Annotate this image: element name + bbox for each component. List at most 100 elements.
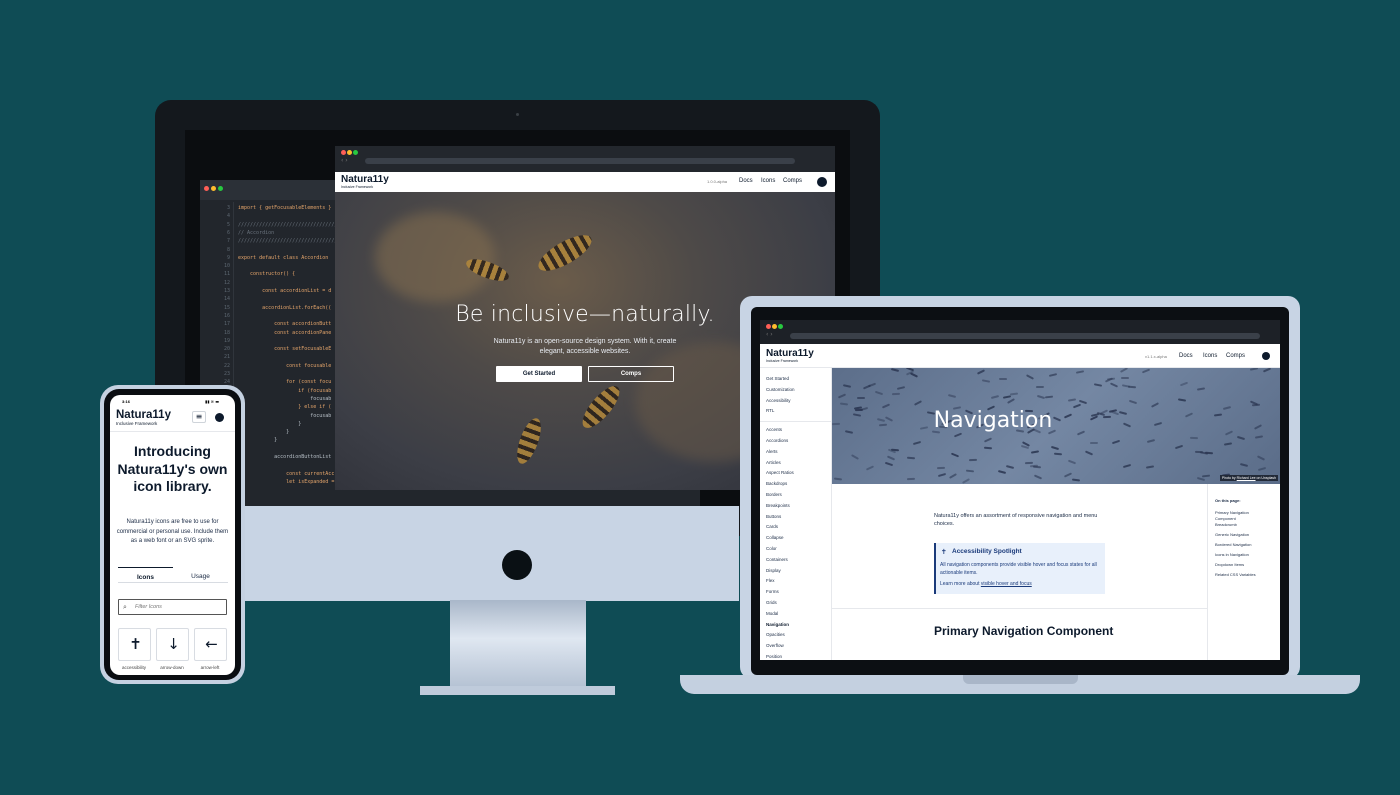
bird-shape [1249,368,1259,371]
maximize-window-icon[interactable] [778,324,783,329]
bird-shape [1006,397,1015,404]
sidebar-item[interactable]: Modal [766,611,778,616]
site-logo[interactable]: Natura11y [766,348,814,359]
signal-battery-icon: ▮▮ ≋ ▬ [205,399,220,404]
nav-link-docs[interactable]: Docs [739,178,753,184]
line-number: 10 [223,263,230,270]
sidebar-item[interactable]: Aspect Ratios [766,470,794,475]
tab-icons[interactable]: Icons [118,567,173,583]
sidebar-item[interactable]: Color [766,546,777,551]
bird-shape [1033,474,1042,480]
sidebar-item[interactable]: Forms [766,589,779,594]
site-header: Natura11y Inclusive Framework v1.1.x-alp… [760,344,1280,368]
line-number: 15 [223,304,230,311]
sidebar-item[interactable]: Containers [766,557,788,562]
bird-shape [865,465,874,471]
icon-card-arrow-down[interactable]: ↓ [156,628,189,661]
sidebar-item[interactable]: Position [766,654,782,659]
toc-link[interactable]: Related CSS Variables [1215,572,1256,577]
page-intro: Natura11y offers an assortment of respon… [934,513,1098,527]
nav-arrows-icon[interactable]: ‹ › [766,331,773,338]
nav-link-icons[interactable]: Icons [761,178,775,184]
toc-link[interactable]: Primary Navigation Component [1215,510,1263,522]
line-number: 5 [226,221,230,228]
sidebar-item[interactable]: Buttons [766,514,781,519]
github-icon[interactable] [817,177,827,187]
photo-credit-prefix: Photo by [1221,476,1236,480]
laptop-browser-window: ‹ › Natura11y Inclusive Framework v1.1.x… [760,320,1280,660]
minimize-window-icon[interactable] [772,324,777,329]
bird-shape [1121,384,1131,388]
comps-button[interactable]: Comps [588,366,674,382]
sidebar-item[interactable]: Alerts [766,449,778,454]
bird-shape [1128,399,1137,405]
laptop-notch [963,675,1078,684]
page-description: Natura11y icons are free to use for comm… [116,519,229,544]
sidebar-item[interactable]: RTL [766,408,774,413]
line-number: 3 [226,205,230,211]
menu-icon[interactable]: ≡ [192,411,206,423]
minimize-window-icon[interactable] [347,150,352,155]
github-icon[interactable] [1262,352,1270,360]
nav-link-icons[interactable]: Icons [1203,353,1217,359]
nav-link-docs[interactable]: Docs [1179,353,1193,359]
close-window-icon[interactable] [766,324,771,329]
sidebar-item[interactable]: Accents [766,427,782,432]
sidebar-item[interactable]: Overflow [766,643,784,648]
sidebar-item[interactable]: Cards [766,524,778,529]
maximize-window-icon[interactable] [218,186,223,191]
sidebar-item[interactable]: Accessibility [766,398,791,403]
toc-link[interactable]: Dropdown Items [1215,562,1244,567]
close-window-icon[interactable] [204,186,209,191]
line-number: 4 [226,213,230,220]
minimize-window-icon[interactable] [211,186,216,191]
code-line: const focusable [238,362,332,369]
address-bar[interactable] [790,333,1260,339]
nav-link-comps[interactable]: Comps [783,178,802,184]
line-number: 18 [223,329,230,336]
sidebar-item[interactable]: Customization [766,387,795,392]
site-logo[interactable]: Natura11y [341,174,389,185]
close-window-icon[interactable] [341,150,346,155]
sidebar-item[interactable]: Borders [766,492,782,497]
section-heading: Primary Navigation Component [934,624,1114,638]
sidebar-item[interactable]: Navigation [766,622,789,627]
code-line: const accordionPane [238,329,332,336]
sidebar-item[interactable]: Opacities [766,632,785,637]
bird-shape [874,390,883,395]
nav-link-comps[interactable]: Comps [1226,353,1245,359]
site-logo[interactable]: Natura11y [116,409,171,421]
line-number: 12 [223,279,230,286]
spotlight-link[interactable]: visible hover and focus [981,581,1032,587]
bird-shape [884,461,893,466]
icon-card-arrow-left[interactable]: ← [194,628,227,661]
sidebar-item[interactable]: Grids [766,600,777,605]
toc-link[interactable]: Breadcrumb [1215,522,1237,527]
nav-arrows-icon[interactable]: ‹ › [341,157,348,164]
sidebar-item[interactable]: Articles [766,460,781,465]
tab-usage[interactable]: Usage [173,567,228,583]
sidebar-item[interactable]: Backdrops [766,481,787,486]
photo-credit-author-link[interactable]: Richard Lee [1237,476,1256,480]
spotlight-title: Accessibility Spotlight [952,548,1022,555]
line-number: 11 [223,271,230,278]
icon-card-accessibility[interactable]: ✝ [118,628,151,661]
address-bar[interactable] [365,158,795,164]
arrow-left-icon: ← [205,635,218,653]
sidebar-item[interactable]: Flex [766,578,775,583]
line-number: 23 [223,371,230,377]
bird-shape [1036,395,1045,400]
sidebar-item[interactable]: Accordions [766,438,788,443]
toc-link[interactable]: Generic Navigation [1215,532,1249,537]
toc-link[interactable]: Bordered Navigation [1215,542,1251,547]
sidebar-item[interactable]: Collapse [766,535,784,540]
github-icon[interactable] [215,413,224,422]
sidebar-item[interactable]: Display [766,568,781,573]
toc-link[interactable]: Icons in Navigation [1215,552,1249,557]
bee-image [533,228,597,278]
get-started-button[interactable]: Get Started [496,366,582,382]
sidebar-item[interactable]: Get Started [766,376,789,381]
filter-icons-input[interactable]: ⌕ Filter Icons [118,599,227,615]
maximize-window-icon[interactable] [353,150,358,155]
sidebar-item[interactable]: Breakpoints [766,503,790,508]
